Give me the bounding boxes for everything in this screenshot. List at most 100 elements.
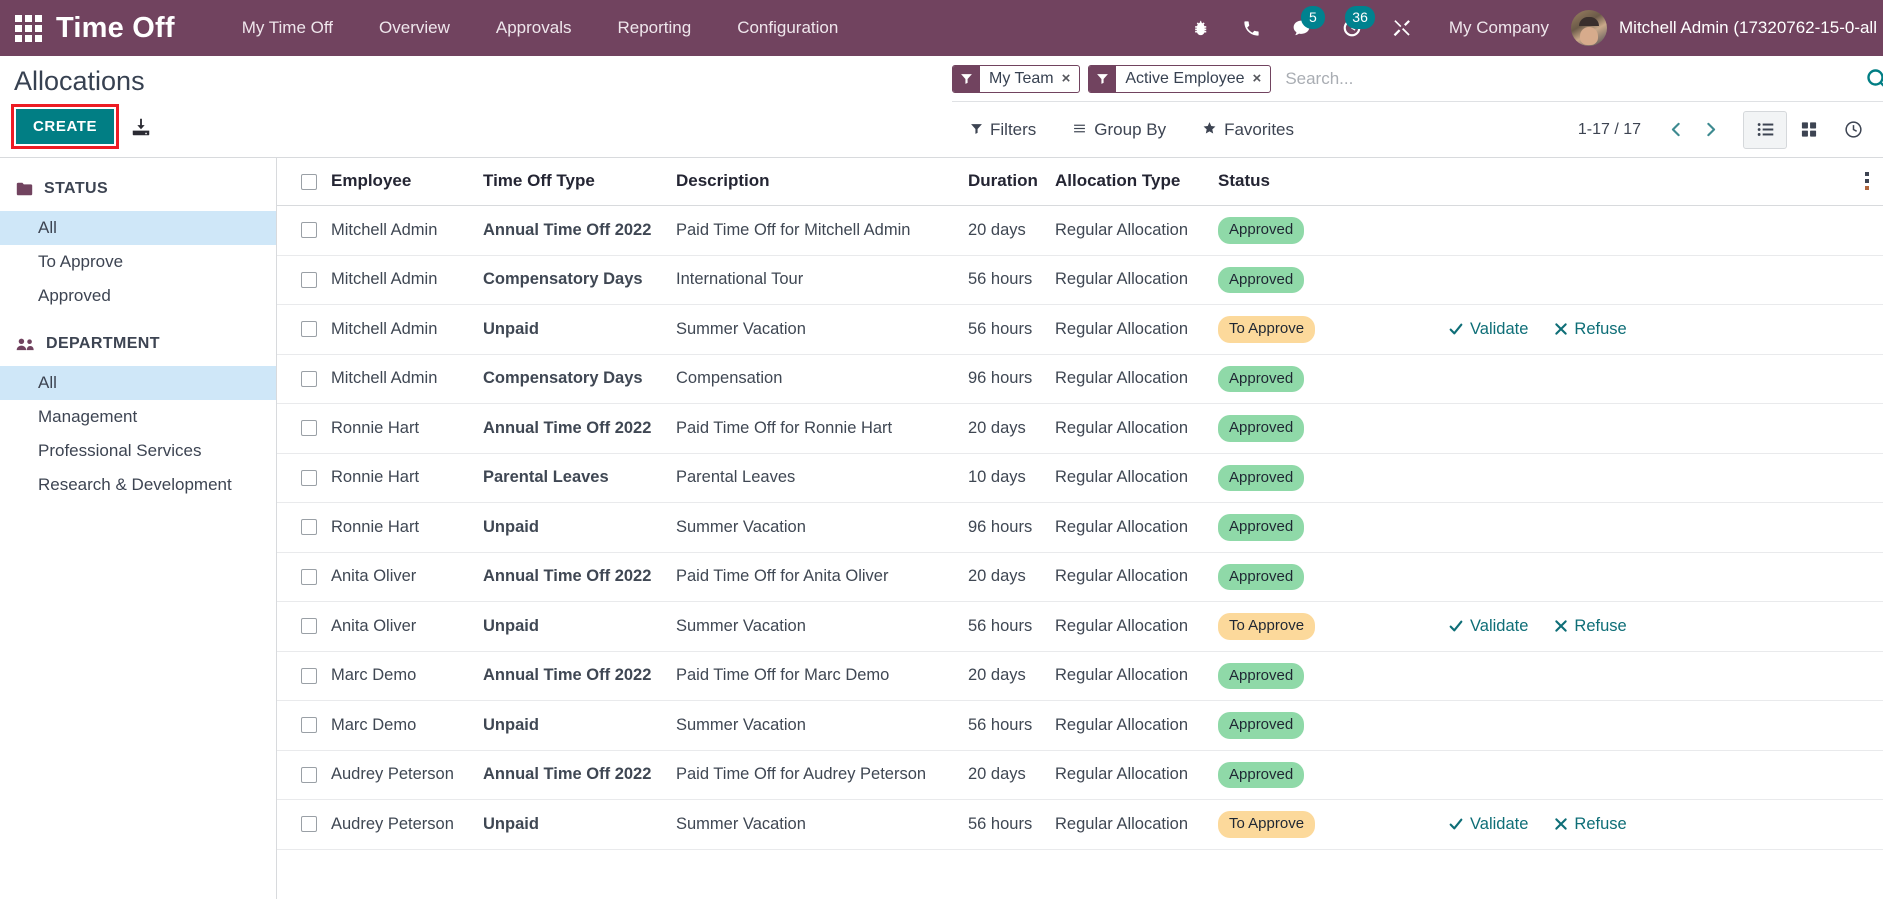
filters-dropdown[interactable]: Filters	[952, 120, 1054, 140]
user-menu[interactable]: Mitchell Admin (17320762-15-0-all	[1571, 10, 1883, 46]
activities-clock-icon[interactable]: 36	[1327, 0, 1377, 56]
refuse-button[interactable]: Refuse	[1554, 320, 1627, 339]
vertical-dots-icon[interactable]	[1851, 172, 1883, 190]
cell-employee: Anita Oliver	[331, 552, 483, 602]
row-checkbox[interactable]	[301, 370, 317, 387]
refuse-button[interactable]: Refuse	[1554, 815, 1627, 834]
messages-icon[interactable]: 5	[1277, 0, 1327, 56]
tools-icon[interactable]	[1377, 0, 1427, 56]
table-row[interactable]: Marc Demo Unpaid Summer Vacation 56 hours Re…	[277, 700, 1883, 751]
cell-optional-spacer	[1851, 651, 1883, 701]
menu-overview[interactable]: Overview	[356, 0, 473, 56]
cell-optional-spacer	[1851, 403, 1883, 454]
table-row[interactable]: Ronnie Hart Parental Leaves Parental Leave…	[277, 453, 1883, 503]
search-facet-my-team[interactable]: My Team ×	[952, 64, 1081, 93]
column-header-status[interactable]: Status	[1218, 158, 1448, 206]
search-input[interactable]	[1279, 68, 1883, 89]
row-checkbox[interactable]	[301, 618, 317, 635]
cell-time-off-type: Annual Time Off 2022	[483, 651, 676, 701]
column-header-duration[interactable]: Duration	[968, 158, 1055, 206]
column-header-employee[interactable]: Employee	[331, 158, 483, 206]
facet-remove-icon[interactable]: ×	[1253, 70, 1262, 87]
sidebar-item-status-all[interactable]: All	[0, 211, 276, 245]
table-row[interactable]: Mitchell Admin Compensatory Days Compensat…	[277, 354, 1883, 404]
row-checkbox[interactable]	[301, 222, 317, 239]
row-checkbox[interactable]	[301, 816, 317, 833]
sidebar-divider	[0, 313, 276, 335]
pager-previous-button[interactable]	[1659, 113, 1693, 147]
apps-grid-icon[interactable]	[0, 0, 56, 56]
sidebar-item-department-professional-services[interactable]: Professional Services	[0, 434, 276, 468]
top-navbar: Time Off My Time Off Overview Approvals …	[0, 0, 1883, 56]
table-row[interactable]: Mitchell Admin Unpaid Summer Vacation 56 ho…	[277, 304, 1883, 355]
favorites-dropdown[interactable]: Favorites	[1184, 120, 1312, 140]
group-by-dropdown[interactable]: Group By	[1054, 120, 1184, 140]
kanban-view-icon[interactable]	[1787, 111, 1831, 149]
table-row[interactable]: Audrey Peterson Annual Time Off 2022 Paid …	[277, 750, 1883, 800]
menu-reporting[interactable]: Reporting	[594, 0, 714, 56]
sidebar-item-status-to-approve[interactable]: To Approve	[0, 245, 276, 279]
cell-allocation-type: Regular Allocation	[1055, 552, 1218, 602]
control-panel-buttons: CREATE	[10, 104, 152, 149]
cell-employee: Mitchell Admin	[331, 255, 483, 305]
table-row[interactable]: Mitchell Admin Annual Time Off 2022 Paid T…	[277, 205, 1883, 256]
sidebar-item-department-all[interactable]: All	[0, 366, 276, 400]
row-select-cell	[277, 552, 331, 602]
create-button[interactable]: CREATE	[10, 104, 120, 149]
pager-next-button[interactable]	[1693, 113, 1727, 147]
row-checkbox[interactable]	[301, 271, 317, 288]
row-checkbox[interactable]	[301, 469, 317, 486]
column-header-allocation-type[interactable]: Allocation Type	[1055, 158, 1218, 206]
menu-configuration[interactable]: Configuration	[714, 0, 861, 56]
sidebar-item-status-approved[interactable]: Approved	[0, 279, 276, 313]
row-checkbox[interactable]	[301, 667, 317, 684]
cell-duration: 20 days	[968, 552, 1055, 602]
cell-row-actions: Validate Refuse	[1448, 601, 1851, 652]
select-all-checkbox[interactable]	[301, 173, 317, 190]
row-checkbox[interactable]	[301, 321, 317, 338]
import-download-icon[interactable]	[130, 116, 152, 138]
cell-time-off-type: Unpaid	[483, 799, 676, 850]
validate-button[interactable]: Validate	[1448, 617, 1528, 636]
activity-view-icon[interactable]	[1831, 111, 1875, 149]
row-select-cell	[277, 700, 331, 751]
sidebar-item-department-management[interactable]: Management	[0, 400, 276, 434]
cell-employee: Mitchell Admin	[331, 354, 483, 404]
row-select-cell	[277, 255, 331, 305]
row-checkbox[interactable]	[301, 568, 317, 585]
cell-description: Compensation	[676, 354, 968, 404]
table-row[interactable]: Ronnie Hart Unpaid Summer Vacation 96 hours…	[277, 502, 1883, 553]
table-row[interactable]: Marc Demo Annual Time Off 2022 Paid Time O…	[277, 651, 1883, 701]
row-checkbox[interactable]	[301, 766, 317, 783]
company-selector[interactable]: My Company	[1427, 18, 1571, 38]
search-facet-active-employee[interactable]: Active Employee ×	[1088, 64, 1272, 93]
cell-optional-spacer	[1851, 255, 1883, 305]
facet-remove-icon[interactable]: ×	[1062, 70, 1071, 87]
table-row[interactable]: Ronnie Hart Annual Time Off 2022 Paid Time…	[277, 403, 1883, 454]
refuse-button[interactable]: Refuse	[1554, 617, 1627, 636]
validate-button[interactable]: Validate	[1448, 320, 1528, 339]
sidebar-item-department-research-development[interactable]: Research & Development	[0, 468, 276, 502]
user-name-label: Mitchell Admin (17320762-15-0-all	[1619, 18, 1877, 37]
table-row[interactable]: Anita Oliver Unpaid Summer Vacation 56 hour…	[277, 601, 1883, 652]
row-checkbox[interactable]	[301, 519, 317, 536]
menu-approvals[interactable]: Approvals	[473, 0, 595, 56]
cell-allocation-type: Regular Allocation	[1055, 453, 1218, 503]
row-select-cell	[277, 205, 331, 256]
cell-duration: 20 days	[968, 205, 1055, 256]
column-header-time-off-type[interactable]: Time Off Type	[483, 158, 676, 206]
row-checkbox[interactable]	[301, 420, 317, 437]
bug-icon[interactable]	[1177, 0, 1227, 56]
app-brand-title[interactable]: Time Off	[56, 12, 175, 45]
column-header-description[interactable]: Description	[676, 158, 968, 206]
validate-button[interactable]: Validate	[1448, 815, 1528, 834]
phone-icon[interactable]	[1227, 0, 1277, 56]
table-row[interactable]: Audrey Peterson Unpaid Summer Vacation 56 h…	[277, 799, 1883, 850]
cell-row-actions: Validate Refuse	[1448, 304, 1851, 355]
search-magnifier-icon[interactable]	[1865, 67, 1883, 96]
row-checkbox[interactable]	[301, 717, 317, 734]
table-row[interactable]: Mitchell Admin Compensatory Days Internati…	[277, 255, 1883, 305]
menu-my-time-off[interactable]: My Time Off	[219, 0, 356, 56]
table-row[interactable]: Anita Oliver Annual Time Off 2022 Paid Tim…	[277, 552, 1883, 602]
list-view-icon[interactable]	[1743, 110, 1787, 149]
